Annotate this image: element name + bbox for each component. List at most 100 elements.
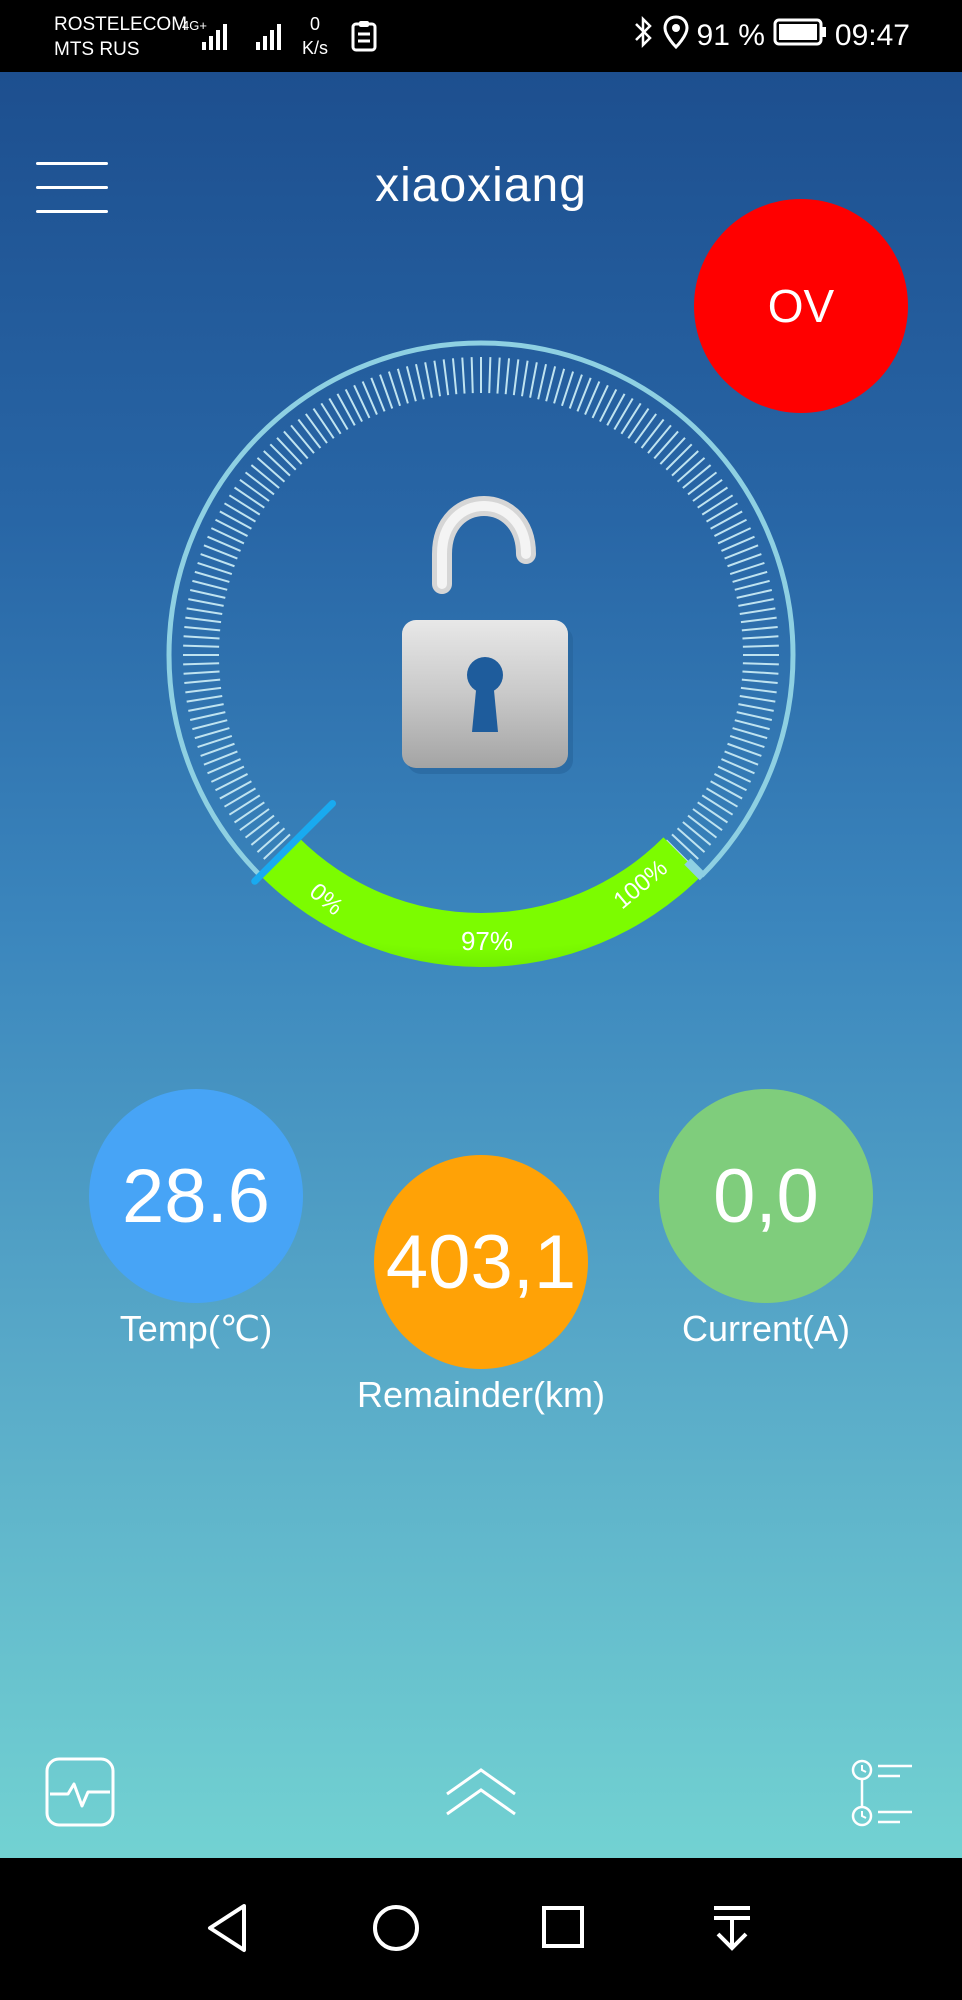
gauge-tick <box>682 821 712 846</box>
speed-unit: K/s <box>302 38 329 58</box>
gauge-tick <box>659 437 686 465</box>
gauge-tick <box>192 579 228 591</box>
gauge-tick <box>470 357 474 394</box>
gauge-tick <box>189 589 226 599</box>
gauge-tick <box>283 430 309 460</box>
alert-badge-label: OV <box>767 280 835 332</box>
system-nav-bar <box>0 1858 962 2000</box>
gauge-tick <box>297 418 322 449</box>
gauge-tick <box>738 703 774 712</box>
gauge-tick <box>537 363 547 400</box>
gauge-tick <box>721 535 755 552</box>
back-button[interactable] <box>204 1902 250 1959</box>
gauge-tick <box>344 389 363 423</box>
gauge-tick <box>591 384 609 419</box>
gauge-tick <box>687 471 718 496</box>
home-button[interactable] <box>370 1902 422 1959</box>
activity-monitor-icon <box>45 1757 115 1827</box>
gauge-tick <box>184 625 221 632</box>
remainder-label: Remainder(km) <box>356 1374 606 1415</box>
gauge-tick <box>520 360 529 397</box>
gauge-tick <box>219 780 252 800</box>
gauge-tick <box>727 553 762 568</box>
clipboard-icon <box>350 20 378 57</box>
gauge-tick <box>184 678 221 685</box>
gauge-tick <box>210 765 245 783</box>
gauge-tick <box>186 607 223 616</box>
gauge-tick <box>194 727 230 740</box>
notification-pulldown-button[interactable] <box>710 1902 754 1959</box>
gauge-tick <box>584 381 601 415</box>
gauge-tick <box>197 735 233 749</box>
gauge-tick <box>461 357 466 394</box>
gauge-tick <box>676 457 706 483</box>
gauge-tick <box>185 686 222 694</box>
gauge-tick <box>328 397 349 430</box>
gauge-tick <box>183 644 220 648</box>
gauge-tick <box>553 368 566 404</box>
temp-label: Temp(℃) <box>119 1308 273 1349</box>
gauge-tick <box>738 598 774 607</box>
gauge-tick <box>496 357 501 394</box>
gauge-tick <box>717 765 752 783</box>
gauge-tick <box>606 393 626 426</box>
recents-button[interactable] <box>540 1904 586 1955</box>
gauge-tick <box>729 561 765 575</box>
gauge-tick <box>370 377 386 412</box>
gauge-tick <box>228 794 261 816</box>
network-type-label: 4G+ <box>182 18 207 33</box>
gauge-tick <box>186 694 223 703</box>
gauge-tick <box>665 839 693 867</box>
gauge-tick <box>512 359 520 396</box>
gauge-min-label: 0% <box>304 878 348 921</box>
recents-square-icon <box>542 1906 584 1948</box>
expand-up-button[interactable] <box>443 1764 519 1820</box>
charge-level-band <box>260 837 702 967</box>
gauge-tick <box>250 464 280 489</box>
overvoltage-alert-badge[interactable]: OV <box>694 199 908 413</box>
gauge-tick <box>320 402 342 435</box>
gauge-tick <box>424 362 433 398</box>
gauge-tick <box>732 570 768 583</box>
gauge-tick <box>183 635 220 640</box>
history-list-button[interactable] <box>850 1758 916 1828</box>
battery-percent: 91 % <box>696 19 765 52</box>
gauge-tick <box>244 471 275 496</box>
gauge-tick <box>697 801 729 824</box>
status-right: 91 % 09:47 <box>633 0 910 72</box>
gauge-tick <box>203 544 238 560</box>
remainder-circle: 403,1 <box>374 1155 588 1369</box>
gauge-tick <box>239 808 270 831</box>
activity-monitor-button[interactable] <box>44 1756 116 1828</box>
gauge-tick <box>710 780 743 800</box>
gauge-tick <box>742 644 779 648</box>
gauge-tick <box>665 443 693 471</box>
gauge-tick <box>687 814 718 839</box>
gauge-tick <box>223 787 256 808</box>
gauge-tick <box>215 773 249 792</box>
gauge-tick <box>269 443 297 471</box>
padlock-unlocked-icon <box>402 496 573 774</box>
gauge-tick <box>740 686 777 694</box>
gauge-tick <box>442 359 450 396</box>
gauge-tick <box>233 486 265 509</box>
gauge-tick <box>200 742 235 757</box>
gauge-needle <box>251 799 337 885</box>
current-value: 0,0 <box>713 1153 819 1239</box>
gauge-tick <box>740 616 777 624</box>
gauge-tick <box>724 544 759 560</box>
gauge-tick <box>545 366 557 402</box>
home-circle-icon <box>373 1905 419 1951</box>
gauge-tick <box>613 397 634 430</box>
charge-percent-label: 97% <box>461 926 513 956</box>
gauge-tick <box>734 579 770 591</box>
gauge-tick <box>721 758 755 775</box>
gauge-tick <box>451 358 458 395</box>
pull-down-icon <box>714 1906 750 1951</box>
gauge-tick <box>697 486 729 509</box>
gauge-tick <box>682 464 712 489</box>
gauge-tick <box>742 635 779 640</box>
gauge-tick <box>692 808 723 831</box>
gauge-tick <box>713 773 747 792</box>
gauge-tick <box>256 827 286 853</box>
